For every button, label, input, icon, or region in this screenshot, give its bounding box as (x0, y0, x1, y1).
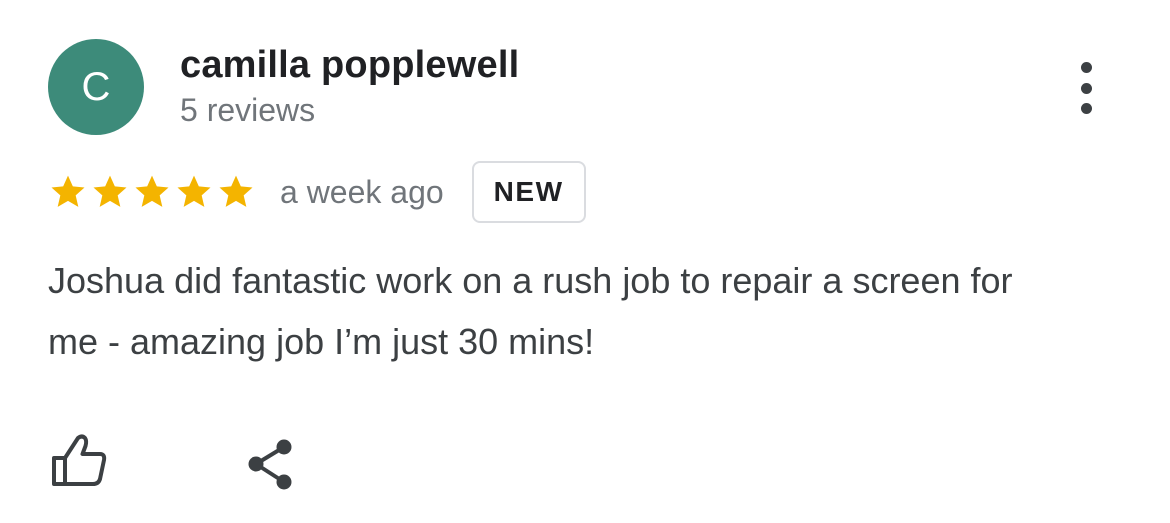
star-icon (177, 175, 211, 207)
more-vert-icon (1080, 62, 1092, 73)
star-icon (51, 175, 85, 207)
star-icon (135, 175, 169, 207)
review-text: Joshua did fantastic work on a rush job … (48, 260, 1013, 362)
more-vert-icon-dot (1080, 103, 1092, 114)
reviewer-name[interactable]: camilla popplewell (180, 44, 519, 87)
avatar[interactable]: C (48, 39, 144, 135)
review-date: a week ago (280, 173, 444, 210)
more-vert-icon-dot (1080, 82, 1092, 94)
review-count: 5 reviews (180, 92, 316, 128)
new-badge: NEW (471, 161, 586, 223)
review-card: C camilla popplewell 5 reviews a week ag… (0, 0, 1170, 523)
star-icon (219, 175, 253, 207)
more-options-button[interactable] (1064, 58, 1108, 118)
star-icon (93, 175, 127, 207)
star-rating (48, 172, 256, 212)
thumbs-up-icon (52, 434, 107, 486)
like-button[interactable] (48, 432, 110, 490)
avatar-initial: C (81, 65, 111, 109)
share-button[interactable] (242, 436, 300, 494)
share-icon (248, 439, 292, 490)
rating-row: a week ago NEW (48, 158, 586, 226)
